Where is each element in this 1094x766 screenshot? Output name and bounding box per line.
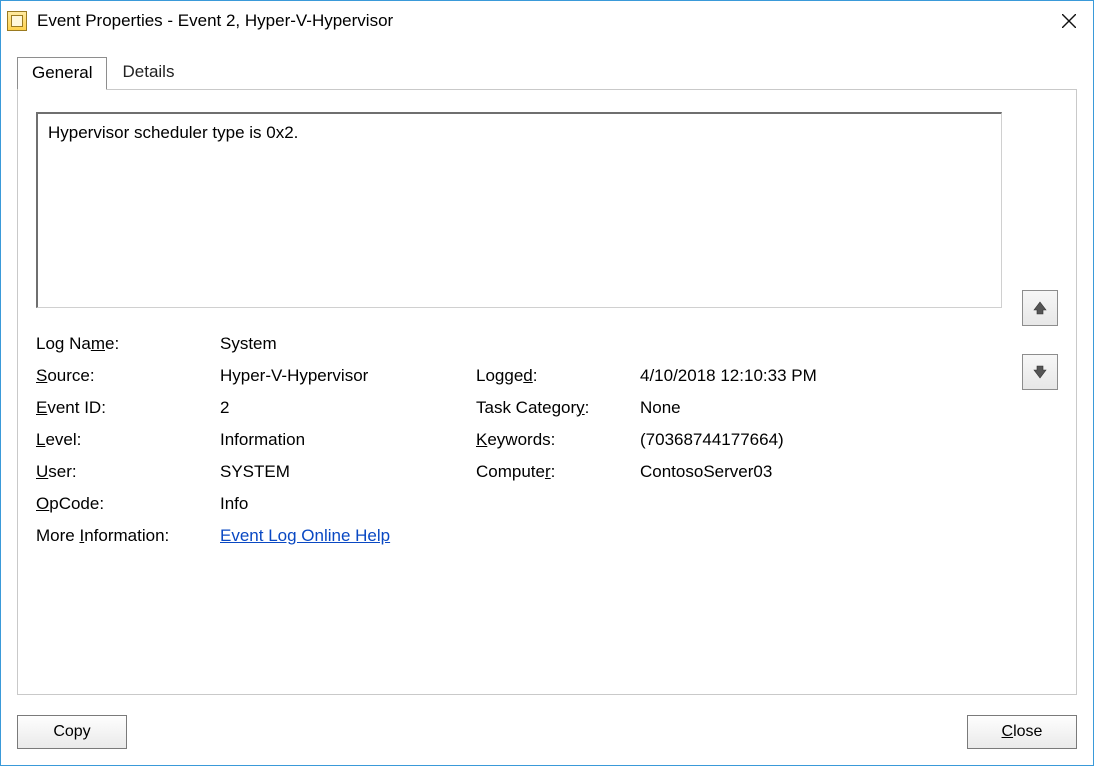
label-more-info: More Information: — [36, 526, 214, 546]
value-event-id: 2 — [220, 398, 470, 418]
event-log-online-help-link[interactable]: Event Log Online Help — [220, 526, 390, 545]
tab-panel-general: Hypervisor scheduler type is 0x2. Log Na… — [17, 89, 1077, 695]
label-user: User: — [36, 462, 214, 482]
label-task-category: Task Category: — [476, 398, 634, 418]
value-opcode: Info — [220, 494, 470, 514]
app-icon — [7, 11, 27, 31]
panel-content: Hypervisor scheduler type is 0x2. Log Na… — [36, 112, 1002, 672]
event-fields-grid: Log Name: System Source: Hyper-V-Hypervi… — [36, 334, 1002, 546]
label-keywords: Keywords: — [476, 430, 634, 450]
next-event-button[interactable] — [1022, 354, 1058, 390]
close-icon — [1062, 14, 1076, 28]
window-title: Event Properties - Event 2, Hyper-V-Hype… — [37, 11, 1045, 31]
value-logged: 4/10/2018 12:10:33 PM — [640, 366, 1002, 386]
tab-details-label: Details — [122, 62, 174, 81]
value-log-name: System — [220, 334, 470, 354]
event-description[interactable]: Hypervisor scheduler type is 0x2. — [36, 112, 1002, 308]
nav-buttons — [1002, 112, 1058, 672]
tab-general-label: General — [32, 63, 92, 82]
tabstrip: General Details — [17, 55, 1077, 89]
label-source: Source: — [36, 366, 214, 386]
copy-button-label: Copy — [53, 723, 90, 741]
prev-event-button[interactable] — [1022, 290, 1058, 326]
label-logged: Logged: — [476, 366, 634, 386]
copy-button[interactable]: Copy — [17, 715, 127, 749]
client-area: General Details Hypervisor scheduler typ… — [1, 41, 1093, 765]
dialog-button-row: Copy Close — [17, 715, 1077, 749]
label-event-id: Event ID: — [36, 398, 214, 418]
tab-details[interactable]: Details — [107, 56, 189, 89]
window-close-button[interactable] — [1045, 1, 1093, 41]
arrow-down-icon — [1032, 364, 1048, 380]
close-button-label: Close — [1002, 723, 1043, 741]
tab-general[interactable]: General — [17, 57, 107, 90]
label-computer: Computer: — [476, 462, 634, 482]
value-user: SYSTEM — [220, 462, 470, 482]
close-button[interactable]: Close — [967, 715, 1077, 749]
arrow-up-icon — [1032, 300, 1048, 316]
value-keywords: (70368744177664) — [640, 430, 1002, 450]
event-properties-window: Event Properties - Event 2, Hyper-V-Hype… — [0, 0, 1094, 766]
value-level: Information — [220, 430, 470, 450]
value-source: Hyper-V-Hypervisor — [220, 366, 470, 386]
label-log-name: Log Name: — [36, 334, 214, 354]
label-level: Level: — [36, 430, 214, 450]
value-task-category: None — [640, 398, 1002, 418]
titlebar: Event Properties - Event 2, Hyper-V-Hype… — [1, 1, 1093, 41]
label-opcode: OpCode: — [36, 494, 214, 514]
value-computer: ContosoServer03 — [640, 462, 1002, 482]
